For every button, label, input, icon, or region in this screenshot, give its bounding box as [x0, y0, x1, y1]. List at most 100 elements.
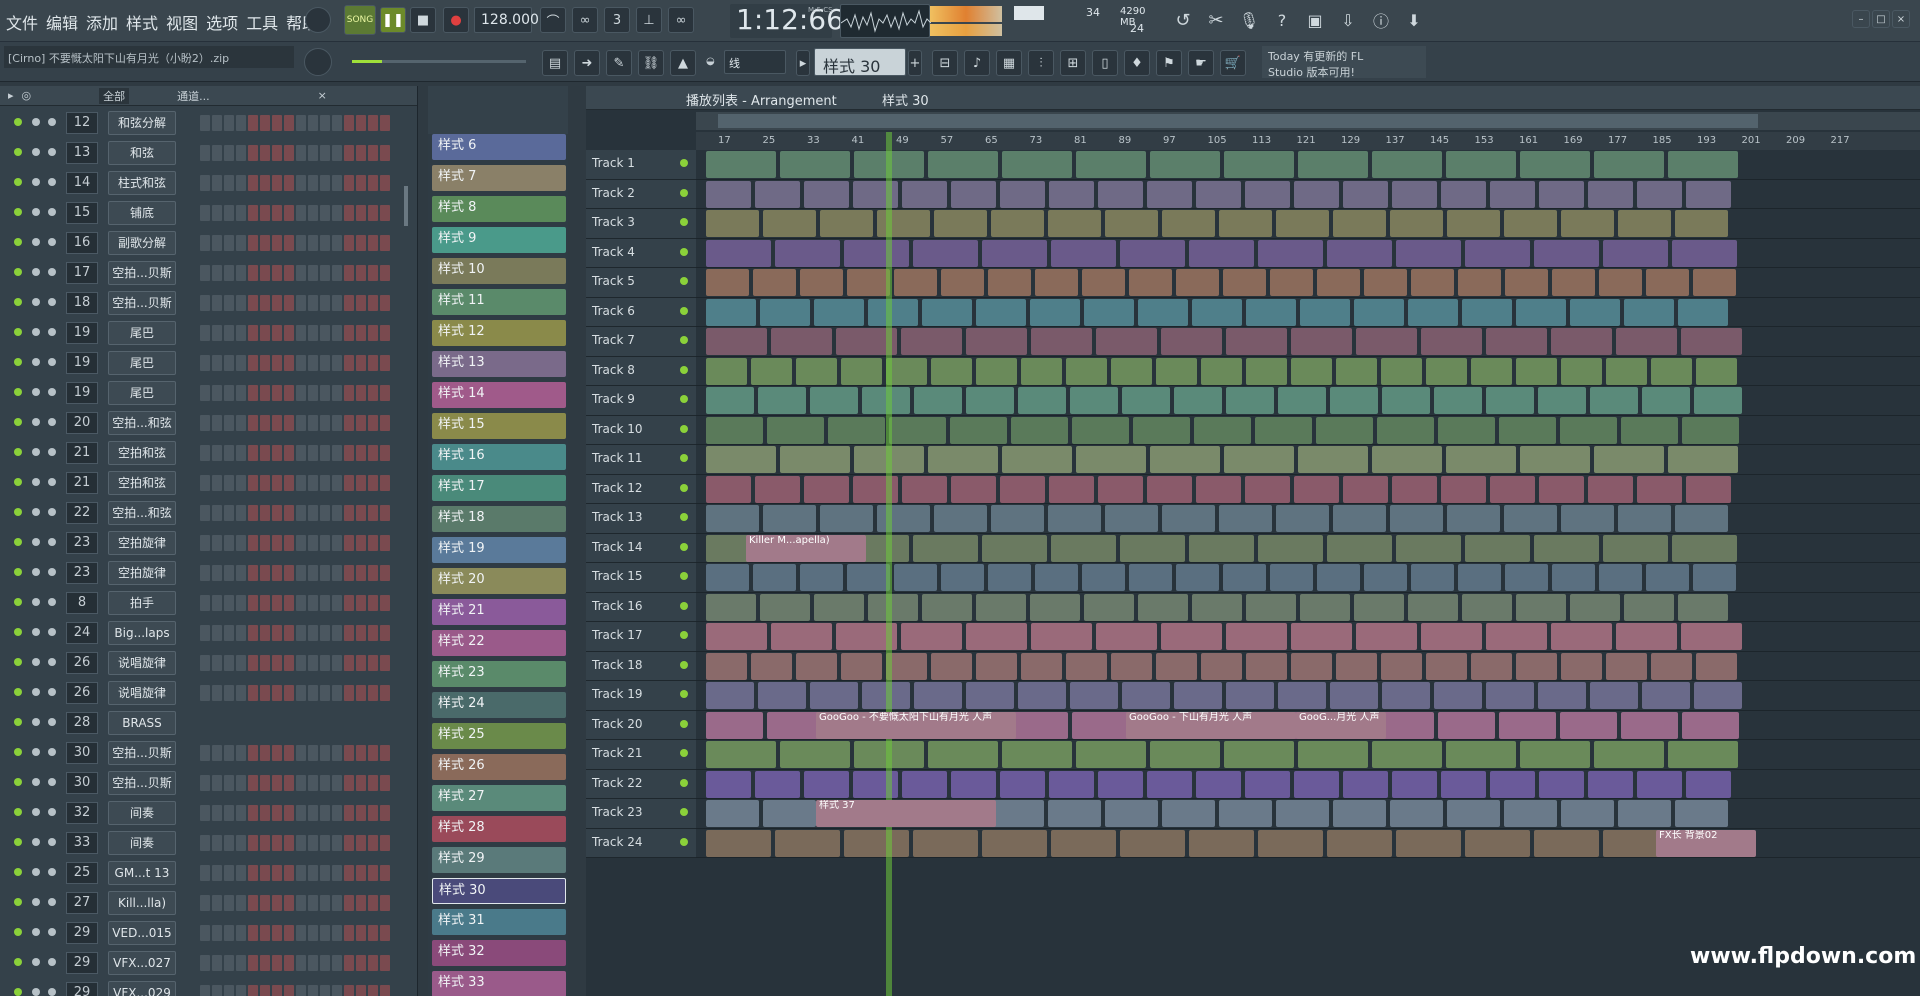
- step[interactable]: [332, 235, 342, 251]
- step[interactable]: [224, 595, 234, 611]
- playlist-clip[interactable]: [894, 564, 937, 591]
- playlist-clip[interactable]: [1447, 505, 1500, 532]
- playlist-clip[interactable]: [804, 770, 849, 798]
- channel-led[interactable]: [14, 658, 22, 666]
- step[interactable]: [296, 745, 306, 761]
- playlist-clip[interactable]: [976, 652, 1017, 680]
- track-mute-led[interactable]: [680, 660, 688, 669]
- playlist-clip[interactable]: [1031, 328, 1092, 355]
- step[interactable]: [356, 655, 366, 671]
- step[interactable]: [320, 595, 330, 611]
- playlist-clip[interactable]: [1343, 475, 1388, 503]
- step[interactable]: [344, 145, 354, 161]
- channel-mixer-track[interactable]: 23: [66, 532, 98, 554]
- channel-name[interactable]: 空拍...贝斯: [108, 741, 176, 765]
- step[interactable]: [308, 535, 318, 551]
- news-panel[interactable]: Today 有更新的 FL Studio 版本可用!: [1262, 46, 1426, 79]
- playlist-clip[interactable]: [758, 682, 806, 709]
- step[interactable]: [344, 625, 354, 641]
- playlist-clip[interactable]: [1505, 564, 1548, 591]
- step[interactable]: [260, 265, 270, 281]
- track-header[interactable]: Track 21: [586, 740, 696, 770]
- playlist-clip[interactable]: [951, 770, 996, 798]
- step-sequencer[interactable]: [200, 205, 390, 221]
- step[interactable]: [296, 175, 306, 191]
- step[interactable]: [212, 625, 222, 641]
- step[interactable]: [212, 925, 222, 941]
- playlist-clip[interactable]: [1298, 741, 1368, 768]
- playlist-clip[interactable]: [1072, 416, 1129, 444]
- step[interactable]: [260, 955, 270, 971]
- playlist-clip[interactable]: [1505, 269, 1548, 296]
- playlist-clip[interactable]: [1411, 269, 1454, 296]
- microphone-icon[interactable]: 🎙: [1236, 7, 1262, 33]
- playlist-clip[interactable]: [1390, 210, 1443, 237]
- channel-led[interactable]: [14, 568, 22, 576]
- step[interactable]: [308, 505, 318, 521]
- step[interactable]: [224, 985, 234, 996]
- playlist-clip[interactable]: [1048, 800, 1101, 827]
- playlist-clip[interactable]: [1051, 829, 1116, 857]
- playlist-clip[interactable]: [982, 534, 1047, 562]
- channel-mixer-track[interactable]: 17: [66, 262, 98, 284]
- step[interactable]: [248, 805, 258, 821]
- pattern-item[interactable]: 样式 14: [432, 382, 566, 408]
- step[interactable]: [296, 205, 306, 221]
- step[interactable]: [284, 415, 294, 431]
- channel-name[interactable]: 和弦: [108, 141, 176, 165]
- playlist-clip[interactable]: [1245, 475, 1290, 503]
- playlist-clip[interactable]: [706, 593, 756, 621]
- playlist-clip[interactable]: [1129, 269, 1172, 296]
- track-header[interactable]: Track 3: [586, 209, 696, 239]
- playlist-clip[interactable]: [1675, 505, 1728, 532]
- menu-view[interactable]: 视图: [164, 8, 200, 36]
- step[interactable]: [356, 205, 366, 221]
- playlist-clip[interactable]: [1002, 151, 1072, 178]
- channel-volume-knob[interactable]: [48, 538, 56, 546]
- playlist-clip[interactable]: [1462, 593, 1512, 621]
- step[interactable]: [272, 565, 282, 581]
- playlist-clip[interactable]: [941, 269, 984, 296]
- channel-pan-knob[interactable]: [32, 778, 40, 786]
- minimize-icon[interactable]: –: [1852, 10, 1870, 28]
- step[interactable]: [248, 505, 258, 521]
- playlist-clip[interactable]: [886, 357, 927, 385]
- step[interactable]: [236, 775, 246, 791]
- playlist-clip[interactable]: [1646, 564, 1689, 591]
- step[interactable]: [332, 895, 342, 911]
- step[interactable]: [320, 625, 330, 641]
- step[interactable]: [284, 895, 294, 911]
- step[interactable]: [272, 505, 282, 521]
- channel-pan-knob[interactable]: [32, 418, 40, 426]
- playlist-clip[interactable]: [1446, 446, 1516, 473]
- channel-pan-knob[interactable]: [32, 988, 40, 996]
- step[interactable]: [380, 745, 390, 761]
- track-lane[interactable]: [696, 327, 1920, 357]
- channel-mixer-track[interactable]: 28: [66, 712, 98, 734]
- playlist-clip[interactable]: [1441, 475, 1486, 503]
- playlist-clip[interactable]: [1486, 387, 1534, 414]
- channel-led[interactable]: [14, 898, 22, 906]
- playlist-clip[interactable]: [1686, 475, 1731, 503]
- step[interactable]: [212, 835, 222, 851]
- step[interactable]: [296, 595, 306, 611]
- playlist-clip[interactable]: [1696, 357, 1737, 385]
- track-mute-led[interactable]: [680, 365, 688, 374]
- step[interactable]: [320, 535, 330, 551]
- download-icon[interactable]: ⬇: [1401, 7, 1427, 33]
- step[interactable]: [212, 325, 222, 341]
- playlist-clip[interactable]: [841, 357, 882, 385]
- playlist-clip[interactable]: [988, 269, 1031, 296]
- playlist-clip[interactable]: [1426, 357, 1467, 385]
- step[interactable]: [284, 385, 294, 401]
- playlist-clip[interactable]: [1516, 593, 1566, 621]
- channel-row[interactable]: 28 BRASS: [0, 708, 410, 738]
- step[interactable]: [380, 475, 390, 491]
- step[interactable]: [332, 115, 342, 131]
- maximize-icon[interactable]: □: [1872, 10, 1890, 28]
- step[interactable]: [260, 655, 270, 671]
- step[interactable]: [368, 985, 378, 996]
- playlist-clip[interactable]: [1192, 298, 1242, 326]
- channel-volume-knob[interactable]: [48, 568, 56, 576]
- playlist-clip[interactable]: [889, 416, 946, 444]
